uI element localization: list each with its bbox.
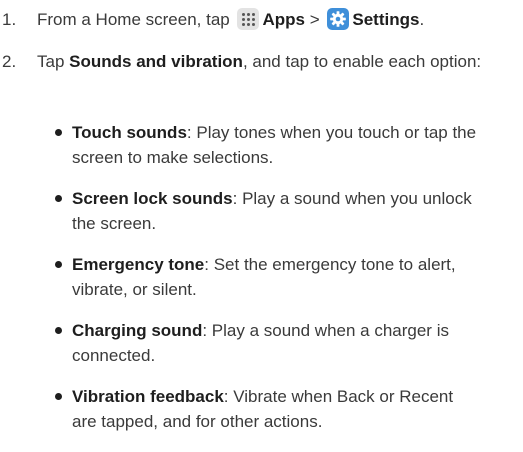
step-number: 1. <box>2 10 17 29</box>
settings-gear-icon <box>327 8 350 30</box>
item-term: Emergency tone <box>72 255 205 274</box>
list-item-text: Charging sound: Play a sound when a char… <box>72 318 518 368</box>
step-rest: , and tap to enable each option: <box>242 52 482 71</box>
item-term: Touch sounds <box>72 123 187 142</box>
list-item-text: Screen lock sounds: Play a sound when yo… <box>72 186 482 236</box>
bullet-icon <box>55 261 62 268</box>
step-bold: Sounds and vibration <box>69 52 243 71</box>
item-term: Charging sound <box>72 321 203 340</box>
list-item-text: Touch sounds: Play tones when you touch … <box>72 120 518 170</box>
step-number: 2. <box>2 52 17 71</box>
settings-label: Settings <box>352 10 420 29</box>
apps-grid-icon <box>237 8 260 30</box>
instructions-document: 1. From a Home screen, tap Apps > Settin… <box>0 0 523 452</box>
bullet-icon <box>55 195 62 202</box>
step-intro: Tap <box>37 52 65 71</box>
list-item-text: Emergency tone: Set the emergency tone t… <box>72 252 482 302</box>
list-item-text: Vibration feedback: Vibrate when Back or… <box>72 384 482 434</box>
step-intro: From a Home screen, tap <box>37 10 230 29</box>
item-term: Screen lock sounds <box>72 189 233 208</box>
step-text: From a Home screen, tap Apps > Settings. <box>37 7 517 32</box>
bullet-icon <box>55 393 62 400</box>
apps-label: Apps <box>262 10 305 29</box>
bullet-icon <box>55 129 62 136</box>
menu-separator: > <box>309 10 320 29</box>
step-text: Tap Sounds and vibration, and tap to ena… <box>37 49 507 74</box>
bullet-icon <box>55 327 62 334</box>
step-end: . <box>419 10 425 29</box>
item-term: Vibration feedback <box>72 387 224 406</box>
